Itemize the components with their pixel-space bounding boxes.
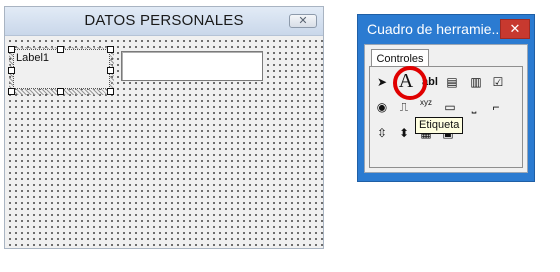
select-objects-icon[interactable]: ➤ [372,72,392,92]
command-button-tool-icon[interactable]: ▭ [440,97,460,117]
tab-controles[interactable]: Controles [371,49,429,67]
scrollbar-tool-icon[interactable]: ⇳ [372,123,392,143]
resize-handle-bottom-right[interactable] [107,88,114,95]
spinbutton-tool-icon[interactable]: ⬍ [394,123,414,143]
userform-titlebar[interactable]: DATOS PERSONALES ✕ [5,7,323,36]
label1-control[interactable]: Label1 [13,49,110,89]
toolbox-close-button[interactable]: ✕ [500,19,530,39]
resize-handle-right[interactable] [107,67,114,74]
multipage-tool-icon[interactable]: ⌐ [486,97,506,117]
combobox-tool-icon[interactable]: ▤ [442,72,462,92]
toggle-button-tool-icon[interactable]: ⎍ [394,97,414,117]
resize-handle-bottom[interactable] [57,88,64,95]
resize-handle-top[interactable] [57,46,64,53]
resize-handle-top-left[interactable] [8,46,15,53]
userform-close-button[interactable]: ✕ [289,14,317,28]
highlight-circle [393,66,427,100]
userform-window[interactable]: DATOS PERSONALES ✕ Label1 [4,6,324,249]
resize-handle-bottom-left[interactable] [8,88,15,95]
toolbox-window[interactable]: Cuadro de herramie... ✕ Controles ➤ A ab… [357,14,535,182]
tabstrip-tool-icon[interactable]: ⎵ [464,97,484,117]
label1-caption: Label1 [16,52,50,64]
toolbox-body: Controles ➤ A abl ▤ ▥ ☑ ◉ ⎍ xyz ▭ ⎵ ⌐ ⇳ … [364,44,528,173]
userform-title: DATOS PERSONALES [84,12,244,29]
textbox-control[interactable] [121,51,263,81]
resize-handle-top-right[interactable] [107,46,114,53]
tooltip-etiqueta: Etiqueta [415,117,464,134]
toolbox-title: Cuadro de herramie... [367,21,504,37]
option-button-tool-icon[interactable]: ◉ [372,97,392,117]
listbox-tool-icon[interactable]: ▥ [466,72,486,92]
userform-design-grid[interactable]: Label1 [5,36,323,248]
checkbox-tool-icon[interactable]: ☑ [488,72,508,92]
resize-handle-left[interactable] [8,67,15,74]
